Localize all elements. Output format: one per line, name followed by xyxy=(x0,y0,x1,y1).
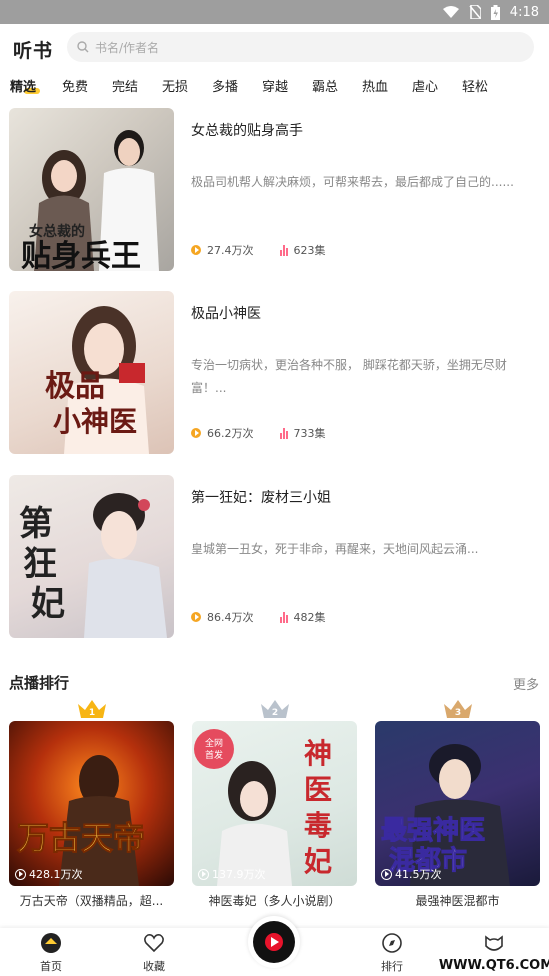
book-title[interactable]: 第一狂妃：废材三小姐 xyxy=(191,487,331,507)
rank-number: 1 xyxy=(89,708,95,718)
play-count: 86.4万次 xyxy=(207,611,254,624)
ranking-cover[interactable]: 最强神医 混都市 41.5万次 xyxy=(375,721,540,886)
svg-text:小神医: 小神医 xyxy=(53,405,137,438)
search-bar[interactable]: 书名/作者名 xyxy=(67,32,534,62)
play-icon xyxy=(15,868,26,880)
book-title[interactable]: 极品小神医 xyxy=(191,303,261,323)
profile-icon xyxy=(485,935,503,951)
svg-text:医: 医 xyxy=(304,773,332,806)
play-icon xyxy=(381,868,392,880)
book-item[interactable]: 第 狂 妃 第一狂妃：废材三小姐 皇城第一丑女，死于非命，再醒来，天地间风起云涌… xyxy=(9,475,549,638)
book-stats: 86.4万次 482集 xyxy=(191,609,326,625)
book-cover[interactable]: 女总裁的 贴身兵王 xyxy=(9,108,174,271)
ranking-section-title: 点播排行 xyxy=(9,674,70,692)
book-cover[interactable]: 第 狂 妃 xyxy=(9,475,174,638)
tab-home[interactable]: 首页 xyxy=(21,932,81,974)
bronze-crown-icon: 3 xyxy=(444,700,472,718)
book-cover[interactable]: 极品 小神医 xyxy=(9,291,174,454)
ranking-play-count-text: 137.9万次 xyxy=(212,868,266,881)
svg-text:极品: 极品 xyxy=(45,369,105,404)
wifi-icon xyxy=(442,6,459,18)
book-item[interactable]: 女总裁的 贴身兵王 女总裁的贴身高手 极品司机帮人解决麻烦，可帮来帮去，最后都成… xyxy=(9,108,549,271)
ranking-play-count-text: 428.1万次 xyxy=(29,868,83,881)
tab-jingxuan[interactable]: 精选 xyxy=(10,76,41,95)
episodes-icon xyxy=(279,611,289,623)
svg-text:妃: 妃 xyxy=(31,584,65,624)
play-icon xyxy=(198,868,209,880)
ranking-title[interactable]: 神医毒妃（多人小说剧） xyxy=(192,892,357,909)
book-stats: 27.4万次 623集 xyxy=(191,242,326,258)
tab-mianfei[interactable]: 免费 xyxy=(62,76,88,95)
svg-text:第: 第 xyxy=(19,504,53,544)
ranking-title[interactable]: 万古天帝（双播精品，超... xyxy=(9,892,174,909)
record-play-icon xyxy=(253,921,295,963)
rank-number: 2 xyxy=(272,708,278,718)
tab-favorites[interactable]: 收藏 xyxy=(124,932,184,974)
tab-favorites-label: 收藏 xyxy=(143,960,165,973)
play-count-icon xyxy=(191,245,201,255)
svg-text:狂: 狂 xyxy=(23,544,57,584)
book-title[interactable]: 女总裁的贴身高手 xyxy=(191,120,303,140)
player-button[interactable] xyxy=(248,916,300,968)
search-placeholder[interactable]: 书名/作者名 xyxy=(95,39,159,56)
tab-chuanyue[interactable]: 穿越 xyxy=(262,76,288,95)
search-icon xyxy=(77,38,89,57)
book-item[interactable]: 极品 小神医 极品小神医 专治一切病状，更治各种不服， 脚踩花都天骄，坐拥无尽财… xyxy=(9,291,549,454)
tab-rexue[interactable]: 热血 xyxy=(362,76,388,95)
ranking-play-count: 41.5万次 xyxy=(381,866,442,882)
tab-rank[interactable]: 排行 xyxy=(362,932,422,974)
tab-qingsong[interactable]: 轻松 xyxy=(462,76,488,95)
tab-home-label: 首页 xyxy=(40,960,62,973)
play-count: 27.4万次 xyxy=(207,244,254,257)
book-stats: 66.2万次 733集 xyxy=(191,425,326,441)
episodes-icon xyxy=(279,427,289,439)
tab-nuexin[interactable]: 虐心 xyxy=(412,76,438,95)
tab-bazong[interactable]: 霸总 xyxy=(312,76,338,95)
tab-duobo[interactable]: 多播 xyxy=(212,76,238,95)
ranking-play-count: 137.9万次 xyxy=(198,866,266,882)
play-count: 66.2万次 xyxy=(207,427,254,440)
episode-count: 733集 xyxy=(293,427,326,440)
compass-icon xyxy=(382,933,402,953)
svg-text:首发: 首发 xyxy=(205,749,223,761)
book-description: 极品司机帮人解决麻烦，可帮来帮去，最后都成了自己的...... xyxy=(191,175,514,189)
tab-wusun[interactable]: 无损 xyxy=(162,76,188,95)
ranking-title[interactable]: 最强神医混都市 xyxy=(375,892,540,909)
header: 听书 书名/作者名 xyxy=(0,24,549,70)
status-bar: 4:18 xyxy=(0,0,549,24)
heart-icon xyxy=(144,934,164,953)
svg-text:神: 神 xyxy=(304,737,332,770)
play-count-icon xyxy=(191,612,201,622)
status-time: 4:18 xyxy=(509,4,539,20)
svg-text:女总裁的: 女总裁的 xyxy=(29,223,85,240)
svg-text:贴身兵王: 贴身兵王 xyxy=(21,239,141,271)
ranking-cover[interactable]: 万古天帝 428.1万次 xyxy=(9,721,174,886)
tab-rank-label: 排行 xyxy=(381,960,403,973)
svg-text:毒: 毒 xyxy=(304,809,332,842)
watermark: WWW.QT6.COM xyxy=(439,954,549,976)
svg-text:最强神医: 最强神医 xyxy=(381,816,485,846)
first-release-badge: 全网 xyxy=(205,737,223,749)
rank-number: 3 xyxy=(455,708,461,718)
tab-wanjie[interactable]: 完结 xyxy=(112,76,138,95)
home-icon xyxy=(41,933,61,953)
svg-text:妃: 妃 xyxy=(304,845,332,878)
ranking-cover[interactable]: 全网 首发 神 医 毒 妃 137.9万次 xyxy=(192,721,357,886)
category-tabs: 精选 免费 完结 无损 多播 穿越 霸总 热血 虐心 轻松 xyxy=(0,76,549,100)
episodes-icon xyxy=(279,244,289,256)
book-description: 专治一切病状，更治各种不服， 脚踩花都天骄，坐拥无尽财富！... xyxy=(191,358,507,395)
gold-crown-icon: 1 xyxy=(78,700,106,718)
silver-crown-icon: 2 xyxy=(261,700,289,718)
ranking-more-link[interactable]: 更多 xyxy=(513,674,539,693)
ranking-play-count-text: 41.5万次 xyxy=(395,868,442,881)
play-count-icon xyxy=(191,428,201,438)
svg-text:万古天帝: 万古天帝 xyxy=(17,819,145,857)
battery-icon xyxy=(490,4,500,20)
ranking-play-count: 428.1万次 xyxy=(15,866,83,882)
app-logo: 听书 xyxy=(13,40,54,62)
no-sim-icon xyxy=(469,5,481,19)
episode-count: 482集 xyxy=(293,611,326,624)
episode-count: 623集 xyxy=(293,244,326,257)
book-description: 皇城第一丑女，死于非命，再醒来，天地间风起云涌... xyxy=(191,542,479,556)
